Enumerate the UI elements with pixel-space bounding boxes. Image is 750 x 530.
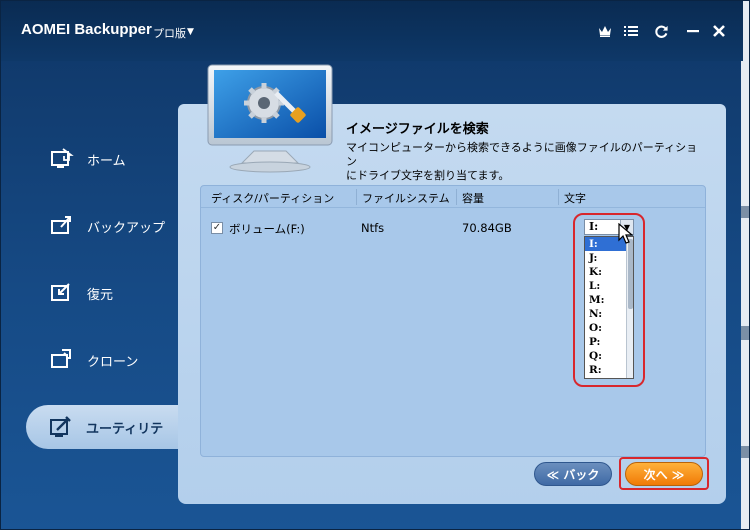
sidebar-item-label: バックアップ [87, 220, 166, 236]
selected-letter: I: [589, 220, 599, 233]
option-p[interactable]: P: [585, 335, 627, 349]
menu-icon[interactable] [621, 21, 641, 41]
restore-icon [51, 283, 70, 301]
option-n[interactable]: N: [585, 307, 627, 321]
dropdown-scrollbar[interactable] [626, 237, 633, 378]
clone-icon [51, 349, 71, 368]
mouse-cursor-icon [618, 223, 634, 244]
crown-icon[interactable] [595, 21, 615, 41]
sidebar-item-clone[interactable]: クローン [27, 338, 187, 382]
sidebar-item-utilities[interactable]: ユーティリテ [26, 405, 186, 449]
option-q[interactable]: Q: [585, 349, 627, 363]
utilities-icon [50, 416, 71, 437]
column-header-partition: ディスク/パーティション [211, 192, 335, 205]
page-title: イメージファイルを検索 [346, 122, 489, 137]
option-k[interactable]: K: [585, 265, 627, 279]
background-window-edge [741, 1, 749, 529]
option-l[interactable]: L: [585, 279, 627, 293]
row-checkbox[interactable]: ✓ [211, 222, 223, 234]
sidebar-item-label: クローン [87, 354, 139, 370]
page-description: マイコンピューターから検索できるように画像ファイルのパーティション にドライブ文… [346, 141, 706, 183]
minimize-icon[interactable] [683, 21, 703, 41]
next-button[interactable]: 次へ ≫ [625, 462, 703, 486]
home-icon [51, 148, 74, 168]
sidebar-item-backup[interactable]: バックアップ [27, 204, 187, 248]
back-button[interactable]: ≪ バック [534, 462, 612, 486]
option-m[interactable]: M: [585, 293, 627, 307]
backup-icon [51, 216, 71, 234]
description-line: にドライブ文字を割り当てます。 [346, 169, 510, 182]
description-line: マイコンピューターから検索できるように画像ファイルのパーティション [346, 141, 698, 168]
sidebar-item-restore[interactable]: 復元 [27, 271, 187, 315]
option-r[interactable]: R: [585, 363, 627, 377]
column-header-capacity: 容量 [462, 192, 484, 205]
sidebar-item-label: 復元 [87, 287, 114, 303]
sidebar-item-home[interactable]: ホーム [27, 137, 187, 181]
refresh-icon[interactable] [651, 21, 671, 41]
chevron-down-icon[interactable]: ▼ [187, 27, 194, 37]
close-icon[interactable] [709, 21, 729, 41]
drive-letter-list: I: J: K: L: M: N: O: P: Q: R: [584, 236, 634, 379]
table-header: ディスク/パーティション ファイルシステム 容量 文字 [201, 186, 705, 208]
partition-capacity: 70.84GB [462, 221, 512, 235]
option-o[interactable]: O: [585, 321, 627, 335]
utility-monitor-icon [207, 64, 333, 173]
partition-name: ボリューム(F:) [229, 222, 305, 236]
sidebar-item-label: ユーティリテ [86, 421, 164, 437]
sidebar-item-label: ホーム [87, 153, 126, 169]
column-header-filesystem: ファイルシステム [362, 192, 450, 205]
app-title: AOMEI Backupper [21, 21, 152, 38]
edition-label[interactable]: プロ版 [153, 25, 186, 41]
title-bar: AOMEI Backupper プロ版 ▼ [1, 1, 743, 61]
partition-filesystem: Ntfs [361, 221, 385, 235]
option-j[interactable]: J: [585, 251, 627, 265]
app-window: AOMEI Backupper プロ版 ▼ ホーム バックアップ 復元 クローン [0, 0, 750, 530]
column-header-letter: 文字 [564, 192, 586, 205]
